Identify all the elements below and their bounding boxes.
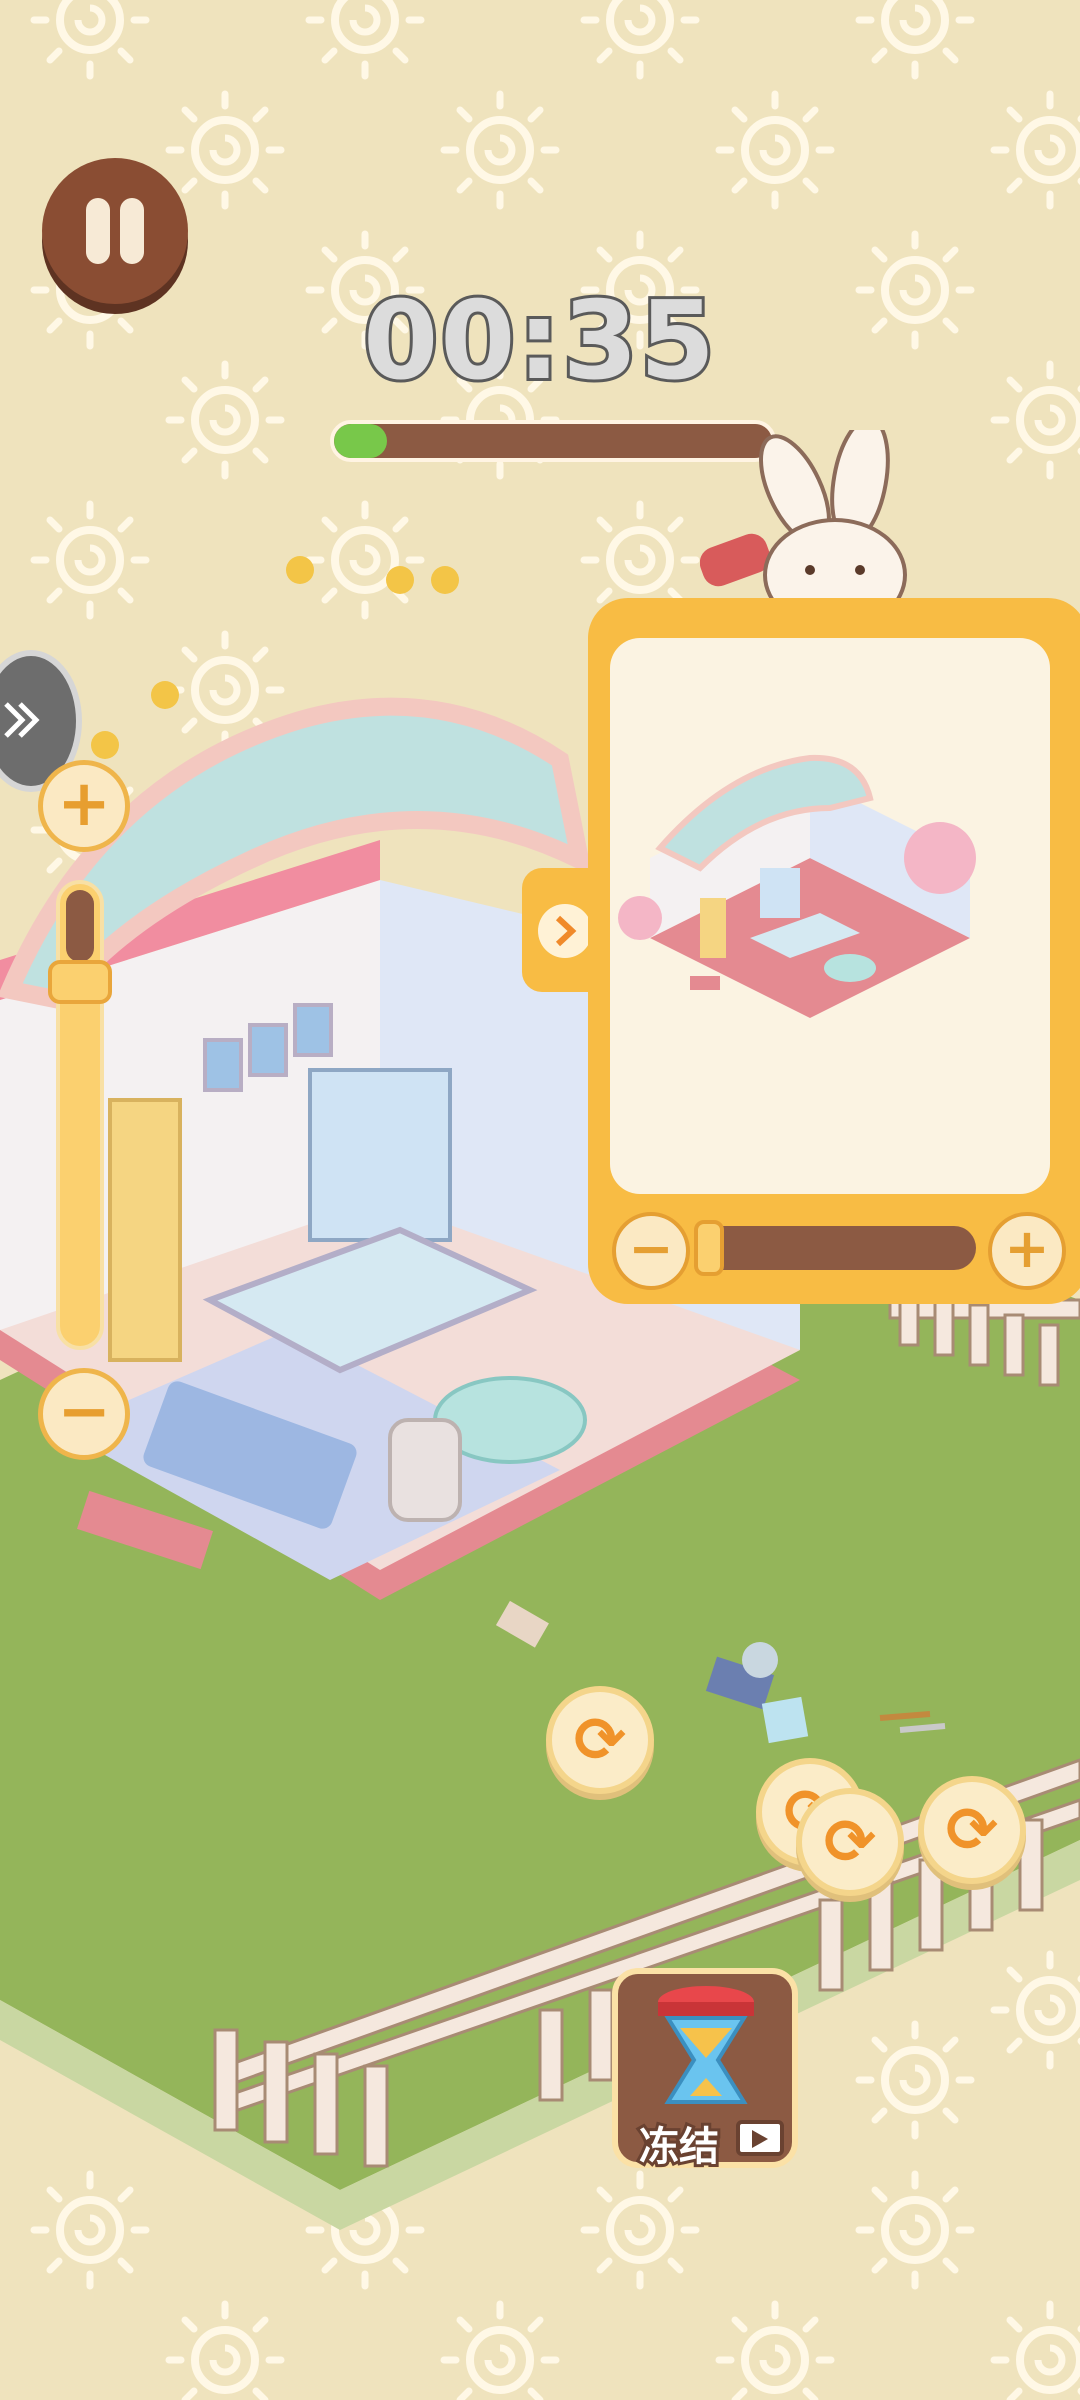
chair bbox=[388, 1418, 462, 1522]
preview-zoom-out-button[interactable]: − bbox=[612, 1212, 690, 1290]
chevron-right-icon bbox=[538, 904, 592, 958]
minus-icon: − bbox=[57, 1375, 111, 1449]
plus-icon: + bbox=[1004, 1217, 1050, 1280]
video-ad-icon bbox=[736, 2120, 784, 2156]
target-room-preview bbox=[610, 638, 1050, 1194]
zoom-slider-handle[interactable] bbox=[48, 960, 112, 1004]
preview-zoom-handle[interactable] bbox=[694, 1220, 724, 1276]
refresh-coin[interactable]: ⟳ bbox=[546, 1686, 654, 1794]
freeze-label: 冻结 bbox=[636, 2121, 722, 2173]
preview-zoom-track[interactable] bbox=[696, 1226, 976, 1270]
plus-icon: + bbox=[57, 767, 111, 841]
zoom-out-button[interactable]: − bbox=[38, 1368, 130, 1460]
refresh-icon: ⟳ bbox=[946, 1793, 998, 1866]
freeze-button[interactable]: 冻结 bbox=[612, 1968, 798, 2173]
preview-zoom-in-button[interactable]: + bbox=[988, 1212, 1066, 1290]
bunny-mascot bbox=[700, 430, 907, 620]
refresh-icon: ⟳ bbox=[824, 1805, 876, 1878]
target-preview-panel bbox=[588, 598, 1080, 1304]
zoom-slider-track[interactable] bbox=[56, 880, 104, 1350]
fridge bbox=[108, 1098, 182, 1362]
zoom-slider-fill bbox=[66, 890, 94, 962]
minus-icon: − bbox=[628, 1217, 674, 1280]
hourglass-icon bbox=[658, 1986, 754, 2104]
refresh-icon: ⟳ bbox=[574, 1703, 626, 1776]
display-cabinet bbox=[308, 1068, 452, 1242]
zoom-in-button[interactable]: + bbox=[38, 760, 130, 852]
room-preview-image bbox=[618, 754, 976, 1018]
pause-button[interactable] bbox=[42, 158, 188, 304]
refresh-coin[interactable]: ⟳ bbox=[918, 1776, 1026, 1884]
refresh-coin[interactable]: ⟳ bbox=[796, 1788, 904, 1896]
time-progress-fill bbox=[334, 424, 387, 458]
countdown-timer: 00:35 bbox=[360, 279, 718, 405]
